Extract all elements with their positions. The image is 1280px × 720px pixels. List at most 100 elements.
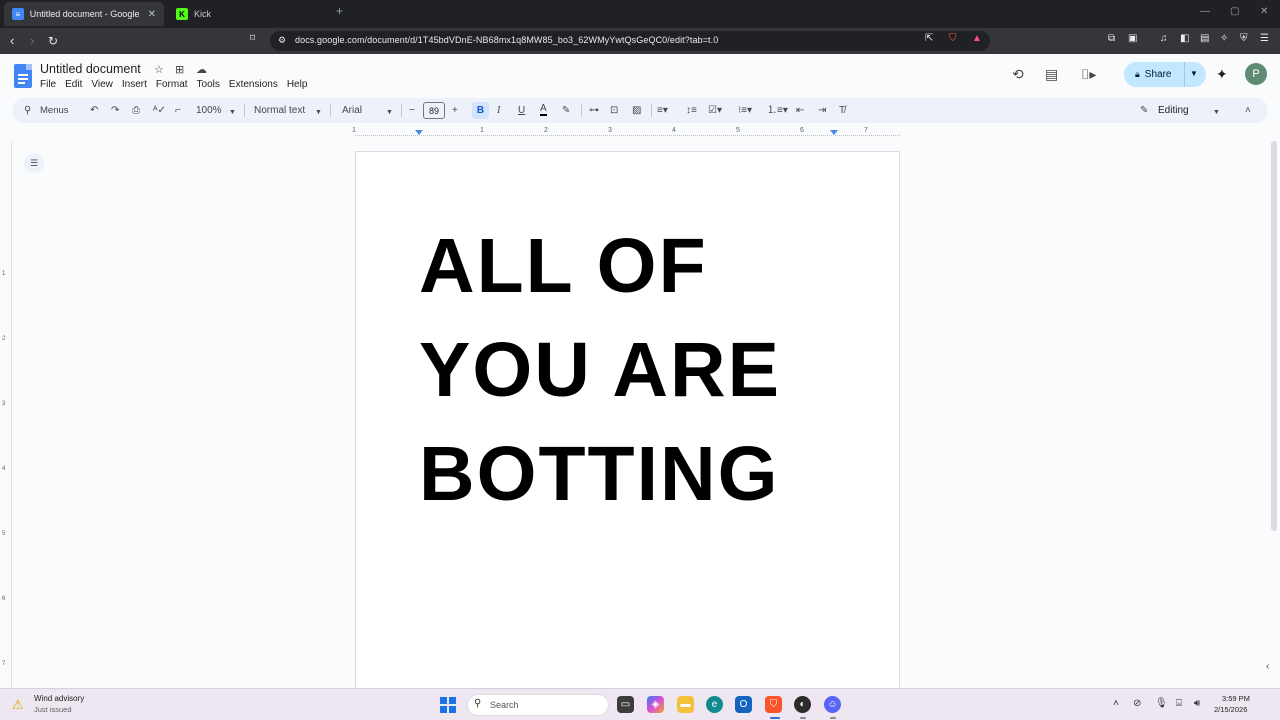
edge-icon[interactable]: e — [706, 696, 723, 713]
italic-icon[interactable]: I — [497, 104, 500, 117]
chevron-down-icon[interactable]: ▼ — [386, 106, 393, 119]
share-dropdown-icon[interactable]: ▼ — [1190, 69, 1198, 78]
file-explorer-icon[interactable]: ▬ — [677, 696, 694, 713]
sidebar-icon[interactable]: ◧ — [1180, 33, 1189, 44]
paint-format-icon[interactable]: ⌐ — [175, 104, 181, 117]
brave-icon[interactable]: ⛉ — [765, 696, 782, 713]
extensions-puzzle-icon[interactable]: ⧉ — [1108, 33, 1115, 44]
clear-formatting-icon[interactable]: T̸ — [839, 104, 845, 117]
text-line[interactable]: BOTTING — [419, 422, 879, 526]
horizontal-ruler[interactable]: 1 1 2 3 4 5 6 7 — [352, 127, 900, 139]
search-icon[interactable]: ⚲ — [24, 104, 31, 117]
maximize-icon[interactable]: ▢ — [1230, 6, 1239, 17]
add-comment-icon[interactable]: ⊡ — [610, 104, 618, 117]
vertical-ruler[interactable]: 1 2 3 4 5 6 7 — [0, 141, 12, 689]
vpn-icon[interactable]: ⛨ — [1240, 33, 1248, 44]
menu-insert[interactable]: Insert — [122, 79, 147, 90]
menu-format[interactable]: Format — [156, 79, 188, 90]
taskbar-search[interactable]: ⚲ Search — [467, 694, 609, 716]
left-indent-marker[interactable] — [415, 130, 423, 135]
font-family-select[interactable]: Arial — [342, 104, 362, 117]
bookmark-icon[interactable]: ⌑ — [250, 33, 255, 44]
media-icon[interactable]: ♫ — [1160, 33, 1168, 44]
text-line[interactable]: YOU ARE — [419, 318, 879, 422]
wallet-icon[interactable]: ▤ — [1200, 33, 1209, 44]
tab-kick[interactable]: K Kick — [168, 2, 328, 26]
document-page[interactable]: ALL OF YOU ARE BOTTING — [355, 151, 900, 691]
discord-icon[interactable]: ☺ — [824, 696, 841, 713]
task-view-icon[interactable]: ▭ — [617, 696, 634, 713]
brave-rewards-icon[interactable]: ▲ — [972, 33, 982, 44]
weather-title[interactable]: Wind advisory — [34, 694, 84, 703]
decrease-indent-icon[interactable]: ⇤ — [796, 104, 804, 117]
forward-icon[interactable]: › — [30, 33, 34, 49]
paragraph-style-select[interactable]: Normal text — [254, 104, 305, 117]
underline-icon[interactable]: U — [518, 104, 525, 117]
tab-google-docs[interactable]: ≡ Untitled document - Google Docs ✕ — [4, 2, 164, 26]
reload-icon[interactable]: ↻ — [48, 33, 58, 49]
microphone-icon[interactable]: 🎙︎ — [1155, 698, 1168, 709]
chevron-down-icon[interactable]: ▼ — [1213, 106, 1220, 119]
obs-icon[interactable]: ◐ — [794, 696, 811, 713]
outlook-icon[interactable]: O — [735, 696, 752, 713]
warning-icon[interactable]: ⚠ — [12, 697, 24, 713]
bold-button[interactable]: B — [472, 102, 489, 119]
menu-edit[interactable]: Edit — [65, 79, 82, 90]
redo-icon[interactable]: ↷ — [111, 104, 119, 117]
search-menus-input[interactable]: Menus — [40, 104, 69, 117]
spellcheck-icon[interactable]: ᴬ✓ — [153, 104, 166, 117]
checklist-icon[interactable]: ☑▾ — [708, 104, 722, 117]
decrease-font-size-icon[interactable]: − — [409, 104, 415, 117]
document-title[interactable]: Untitled document — [40, 62, 141, 76]
share-page-icon[interactable]: ⇱ — [925, 33, 933, 44]
numbered-list-icon[interactable]: ⒈≡▾ — [767, 104, 788, 117]
text-line[interactable]: ALL OF — [419, 214, 879, 318]
clock-date[interactable]: 2/15/2026 — [1214, 705, 1247, 714]
share-button[interactable]: 🔒︎ Share ▼ — [1124, 62, 1206, 87]
star-icon[interactable]: ☆ — [154, 63, 164, 76]
minimize-icon[interactable]: — — [1200, 6, 1210, 17]
close-window-icon[interactable]: ✕ — [1260, 6, 1268, 17]
print-icon[interactable]: ⎙ — [132, 104, 140, 117]
leo-ai-icon[interactable]: ✧ — [1220, 33, 1228, 44]
text-color-icon[interactable]: A — [540, 104, 547, 116]
undo-icon[interactable]: ↶ — [90, 104, 98, 117]
clock-time[interactable]: 3:59 PM — [1222, 694, 1250, 703]
menu-help[interactable]: Help — [287, 79, 308, 90]
start-button[interactable] — [440, 697, 456, 713]
insert-image-icon[interactable]: ▨ — [632, 104, 641, 117]
version-history-icon[interactable]: ⟲ — [1012, 66, 1024, 83]
menu-extensions[interactable]: Extensions — [229, 79, 278, 90]
close-tab-icon[interactable]: ✕ — [148, 9, 156, 20]
site-info-icon[interactable]: ⚙ — [278, 35, 286, 46]
menu-view[interactable]: View — [91, 79, 113, 90]
menu-file[interactable]: File — [40, 79, 56, 90]
menu-tools[interactable]: Tools — [197, 79, 220, 90]
new-tab-button[interactable]: + — [336, 4, 343, 18]
increase-font-size-icon[interactable]: + — [452, 104, 458, 117]
insert-link-icon[interactable]: ⊶ — [589, 104, 599, 117]
avatar[interactable]: P — [1245, 63, 1267, 85]
bulleted-list-icon[interactable]: ⁝≡▾ — [738, 104, 752, 117]
document-outline-icon[interactable]: ☰ — [24, 153, 44, 173]
back-icon[interactable]: ‹ — [10, 33, 14, 49]
font-size-input[interactable]: 89 — [423, 102, 445, 119]
side-panel-toggle-icon[interactable]: ‹ — [1266, 661, 1269, 672]
zoom-select[interactable]: 100% — [196, 104, 222, 117]
meet-video-icon[interactable]: ⌷▸ — [1081, 66, 1096, 83]
highlight-icon[interactable]: ✎ — [562, 104, 570, 117]
comments-icon[interactable]: ▤ — [1045, 66, 1058, 83]
line-spacing-icon[interactable]: ↕≡ — [686, 104, 697, 117]
address-bar[interactable]: ⚙ docs.google.com/document/d/1T45bdVDnE-… — [270, 31, 990, 51]
align-icon[interactable]: ≡▾ — [657, 104, 668, 117]
gemini-icon[interactable]: ✦ — [1216, 66, 1228, 83]
increase-indent-icon[interactable]: ⇥ — [818, 104, 826, 117]
docs-logo-icon[interactable] — [14, 64, 32, 88]
document-body-text[interactable]: ALL OF YOU ARE BOTTING — [419, 214, 879, 526]
copilot-icon[interactable]: ◈ — [647, 696, 664, 713]
vertical-scrollbar[interactable] — [1271, 141, 1277, 531]
volume-icon[interactable]: 🔊︎ — [1194, 698, 1200, 709]
chevron-down-icon[interactable]: ▼ — [315, 106, 322, 119]
cloud-status-icon[interactable]: ☁ — [196, 63, 207, 76]
collapse-toolbar-icon[interactable]: ˄ — [1245, 104, 1251, 117]
